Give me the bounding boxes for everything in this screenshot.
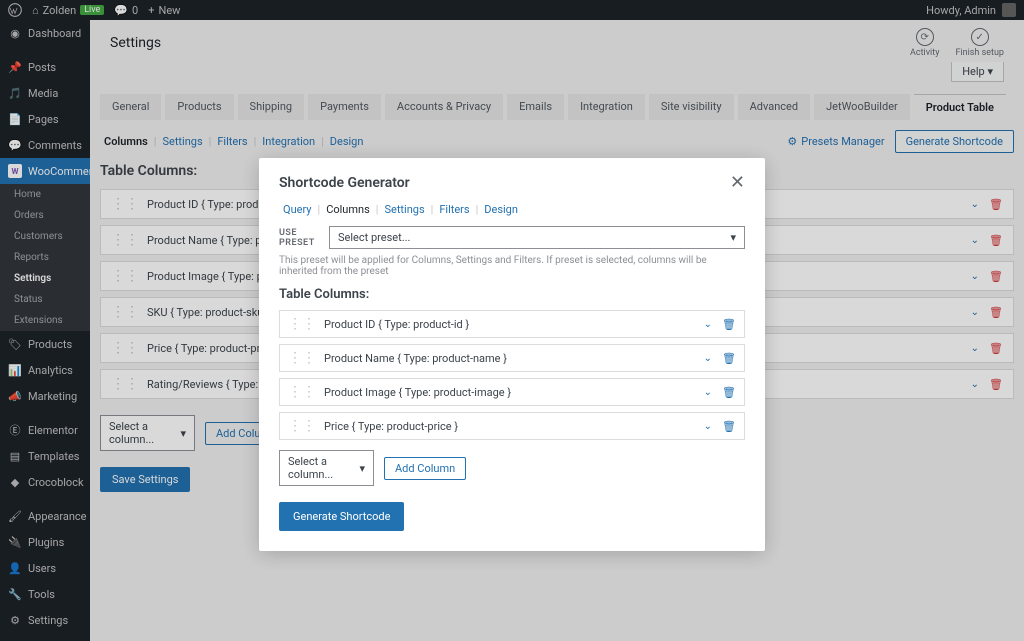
trash-icon[interactable]: 🗑: [722, 352, 736, 365]
modal-column-row: ⋮⋮Product Image { Type: product-image } …: [279, 378, 745, 406]
preset-select[interactable]: Select preset...▾: [329, 226, 745, 249]
trash-icon[interactable]: 🗑: [722, 386, 736, 399]
modal-tab-filters[interactable]: Filters: [435, 203, 473, 216]
chevron-down-icon: ▾: [359, 462, 365, 475]
column-label: Price { Type: product-price }: [324, 420, 458, 433]
modal-column-row: ⋮⋮ Product ID { Type: product-id } ⌄ 🗑: [279, 310, 745, 338]
chevron-down-icon[interactable]: ⌄: [704, 387, 712, 398]
chevron-down-icon[interactable]: ⌄: [704, 353, 712, 364]
modal-column-select[interactable]: Select a column...▾: [279, 450, 374, 486]
column-label: Product ID { Type: product-id }: [324, 318, 469, 331]
modal-column-row: ⋮⋮ Price { Type: product-price } ⌄ 🗑: [279, 412, 745, 440]
modal-tab-design[interactable]: Design: [480, 203, 522, 216]
drag-handle-icon[interactable]: ⋮⋮: [288, 384, 316, 400]
modal-column-row: ⋮⋮ Product Name { Type: product-name } ⌄ 🗑: [279, 344, 745, 372]
chevron-down-icon[interactable]: ⌄: [704, 421, 712, 432]
column-label: Product Image { Type: product-image }: [324, 386, 511, 399]
drag-handle-icon[interactable]: ⋮⋮: [288, 418, 316, 434]
drag-handle-icon[interactable]: ⋮⋮: [288, 350, 316, 366]
modal-tab-query[interactable]: Query: [279, 203, 316, 216]
modal-overlay[interactable]: Shortcode Generator ✕ Query| Columns| Se…: [0, 0, 1024, 641]
modal-add-column-button[interactable]: Add Column: [384, 457, 466, 480]
shortcode-modal: Shortcode Generator ✕ Query| Columns| Se…: [259, 158, 765, 551]
modal-section-title: Table Columns:: [279, 287, 745, 302]
modal-tab-settings[interactable]: Settings: [380, 203, 428, 216]
trash-icon[interactable]: 🗑: [722, 318, 736, 331]
drag-handle-icon[interactable]: ⋮⋮: [288, 316, 316, 332]
modal-generate-button[interactable]: Generate Shortcode: [279, 502, 404, 531]
modal-title: Shortcode Generator: [279, 175, 410, 191]
chevron-down-icon[interactable]: ⌄: [704, 319, 712, 330]
modal-tab-columns[interactable]: Columns: [322, 203, 374, 216]
preset-label: USE PRESET: [279, 228, 319, 248]
close-icon[interactable]: ✕: [730, 172, 745, 193]
chevron-down-icon: ▾: [730, 231, 736, 244]
preset-note: This preset will be applied for Columns,…: [279, 255, 745, 277]
trash-icon[interactable]: 🗑: [722, 420, 736, 433]
column-label: Product Name { Type: product-name }: [324, 352, 507, 365]
